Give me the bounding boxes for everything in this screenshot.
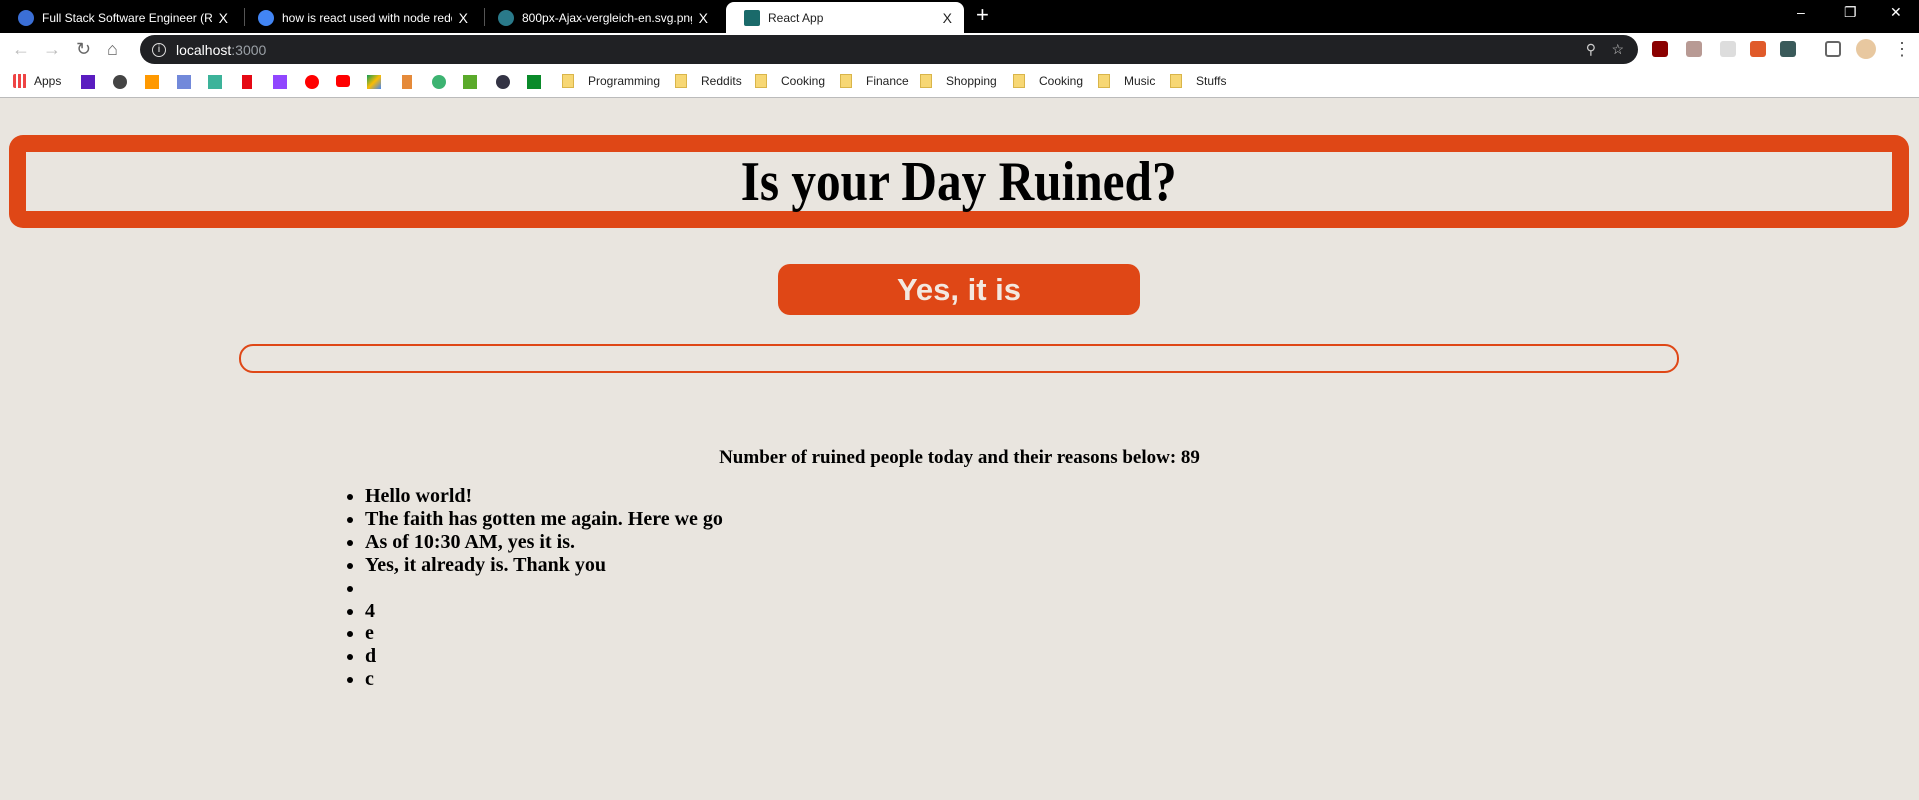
bookmarks-bar: Apps Programming Reddits Cooking Finance… [0, 67, 1919, 98]
bookmark-folder[interactable]: Cooking [1013, 74, 1083, 88]
list-item: c [365, 668, 723, 691]
tab-title: React App [768, 10, 824, 25]
favicon-icon [18, 9, 34, 26]
c-icon[interactable] [402, 75, 412, 89]
list-item: As of 10:30 AM, yes it is. [365, 531, 723, 554]
bookmark-label: Music [1124, 74, 1156, 88]
tab-ajax-image[interactable]: 800px-Ajax-vergleich-en.svg.png X [480, 2, 720, 33]
bookmark-folder[interactable]: Finance [840, 74, 909, 88]
close-tab-icon[interactable]: X [459, 10, 468, 26]
drive-icon[interactable] [367, 75, 381, 89]
pdf-icon[interactable] [1686, 41, 1702, 57]
h-icon[interactable] [208, 75, 222, 89]
avatar[interactable] [1856, 39, 1876, 59]
page-title: Is your Day Ruined? [741, 150, 1177, 213]
close-tab-icon[interactable]: X [943, 10, 952, 26]
b64-icon[interactable] [463, 75, 477, 89]
amazon-icon[interactable] [145, 75, 159, 89]
ninja-icon[interactable] [1780, 41, 1796, 57]
home-icon[interactable]: ⌂ [107, 39, 118, 60]
zoom-icon[interactable]: ⚲ [1586, 41, 1596, 58]
folder-icon [920, 74, 932, 88]
codewars-icon[interactable] [496, 75, 510, 89]
react-icon [744, 9, 760, 26]
yes-it-is-button[interactable]: Yes, it is [778, 264, 1140, 315]
google-icon [258, 9, 274, 26]
discord-icon[interactable] [177, 75, 191, 89]
reason-input[interactable] [239, 344, 1679, 373]
bookmark-folder[interactable]: Shopping [920, 74, 997, 88]
new-tab-button[interactable]: + [976, 2, 989, 28]
back-icon[interactable]: ← [12, 39, 30, 60]
bookmark-label: Cooking [1039, 74, 1084, 88]
bookmark-label: Apps [34, 74, 62, 88]
bookmark-label: Finance [866, 74, 909, 88]
wikimedia-icon [498, 9, 514, 26]
mail-icon[interactable] [81, 75, 95, 89]
youtube-icon[interactable] [336, 75, 350, 87]
bookmark-star-icon[interactable]: ☆ [1611, 41, 1624, 58]
tab-title: Full Stack Software Engineer (React [42, 10, 212, 25]
play-icon[interactable] [113, 75, 127, 89]
close-tab-icon[interactable]: X [219, 10, 228, 26]
v-icon[interactable] [527, 75, 541, 89]
twitch-icon[interactable] [273, 75, 287, 89]
bookmark-label: Stuffs [1196, 74, 1227, 88]
folder-icon [562, 74, 574, 88]
url-port: :3000 [231, 41, 267, 58]
tab-react-app[interactable]: React App X [726, 2, 964, 33]
tab-bar: Full Stack Software Engineer (React X ho… [0, 0, 1919, 33]
folder-icon [755, 74, 767, 88]
list-item [365, 577, 723, 600]
folder-icon [840, 74, 852, 88]
folder-icon [675, 74, 687, 88]
close-window-icon[interactable]: ✕ [1890, 4, 1902, 21]
tab-title: 800px-Ajax-vergleich-en.svg.png [522, 10, 692, 25]
audio-icon[interactable] [1720, 41, 1736, 57]
bookmark-folder[interactable]: Music [1098, 74, 1155, 88]
netflix-icon[interactable] [242, 75, 252, 89]
list-item: d [365, 645, 723, 668]
cast-icon[interactable] [1825, 41, 1841, 57]
megaphone-icon[interactable] [1750, 41, 1766, 57]
bookmark-apps[interactable]: Apps [13, 74, 61, 88]
browser-toolbar: ← → ↻ ⌂ i localhost:3000 ⚲ ☆ ⋮ [0, 33, 1919, 67]
minimize-icon[interactable]: – [1797, 4, 1805, 20]
reasons-list: Hello world! The faith has gotten me aga… [365, 485, 723, 691]
bookmark-folder[interactable]: Reddits [675, 74, 742, 88]
bookmark-label: Reddits [701, 74, 742, 88]
url-host: localhost [176, 41, 232, 58]
bookmark-label: Programming [588, 74, 661, 88]
restore-icon[interactable]: ❐ [1844, 4, 1857, 21]
folder-icon [1170, 74, 1182, 88]
address-bar[interactable]: i localhost:3000 ⚲ ☆ [140, 35, 1638, 64]
list-item: Yes, it already is. Thank you [365, 554, 723, 577]
folder-icon [1013, 74, 1025, 88]
tab-full-stack[interactable]: Full Stack Software Engineer (React X [0, 2, 240, 33]
hackerrank-icon[interactable] [432, 75, 446, 89]
menu-icon[interactable]: ⋮ [1893, 39, 1911, 60]
folder-icon [1098, 74, 1110, 88]
bookmark-folder[interactable]: Programming [562, 74, 660, 88]
list-item: Hello world! [365, 485, 723, 508]
bookmark-folder[interactable]: Stuffs [1170, 74, 1226, 88]
forward-icon[interactable]: → [43, 39, 61, 60]
apps-grid-icon [13, 74, 27, 88]
list-item: e [365, 622, 723, 645]
reload-icon[interactable]: ↻ [76, 39, 91, 60]
list-item: 4 [365, 600, 723, 623]
title-banner: Is your Day Ruined? [9, 135, 1909, 228]
close-tab-icon[interactable]: X [699, 10, 708, 26]
info-icon[interactable]: i [152, 42, 166, 57]
bookmark-label: Shopping [946, 74, 997, 88]
ublock-icon[interactable] [1652, 41, 1668, 57]
list-item: The faith has gotten me again. Here we g… [365, 508, 723, 531]
bookmark-folder[interactable]: Cooking [755, 74, 825, 88]
bookmark-label: Cooking [781, 74, 826, 88]
youtube-music-icon[interactable] [305, 75, 319, 89]
ruined-count-text: Number of ruined people today and their … [719, 447, 1200, 468]
tab-title: how is react used with node reddit [282, 10, 452, 25]
tab-reddit-search[interactable]: how is react used with node reddit X [240, 2, 480, 33]
